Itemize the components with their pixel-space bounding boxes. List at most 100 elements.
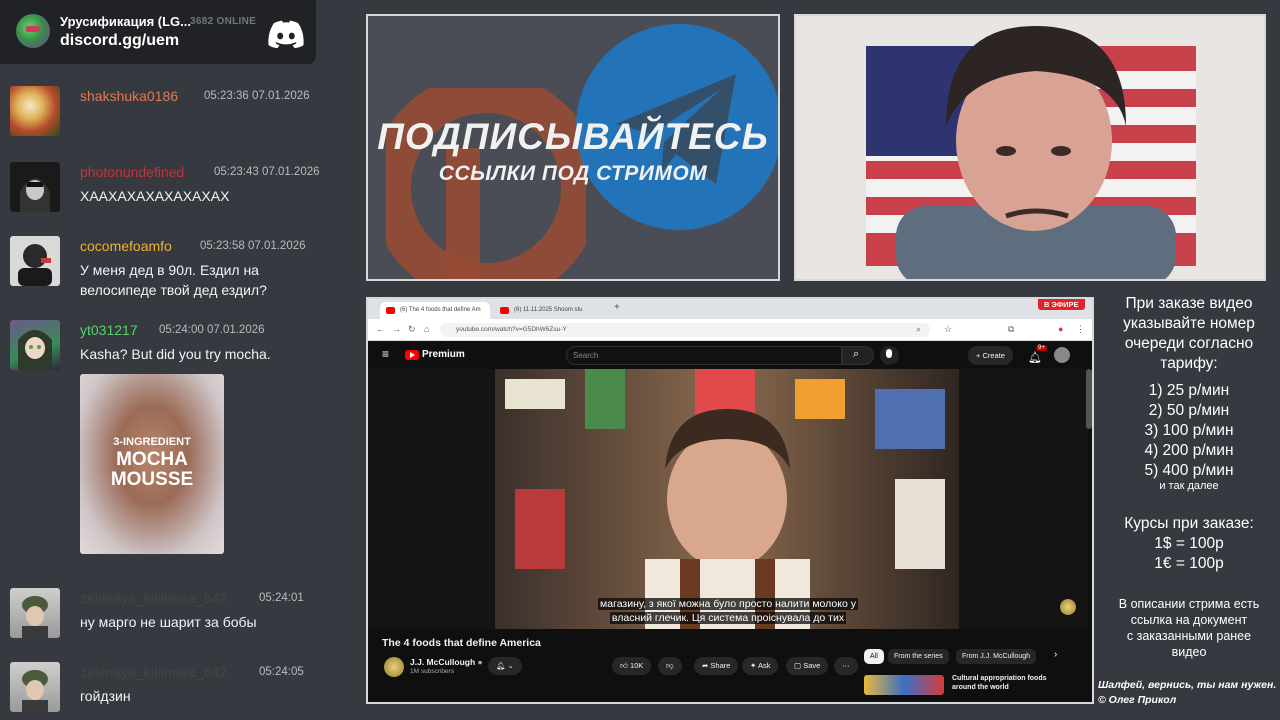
- channel-name[interactable]: J.J. McCullough ●: [410, 657, 483, 667]
- account-avatar[interactable]: [1054, 347, 1070, 363]
- tab-youtube-video[interactable]: (6) The 4 foods that define Am: [380, 302, 490, 319]
- username[interactable]: zelenaya_kikimora_642: [80, 664, 227, 680]
- invite-link[interactable]: discord.gg/uem: [60, 32, 179, 50]
- more-actions-button[interactable]: ⋯: [834, 657, 858, 675]
- back-icon[interactable]: ←: [376, 324, 385, 334]
- profile-icon[interactable]: ●: [1058, 324, 1063, 334]
- info-heading-line: тарифу:: [1160, 355, 1218, 372]
- extensions-icon[interactable]: ⧉: [1008, 324, 1014, 335]
- forward-icon[interactable]: →: [392, 324, 401, 334]
- avatar[interactable]: [10, 320, 60, 370]
- image-caption-top: 3-INGREDIENT: [113, 436, 191, 448]
- voice-search-button[interactable]: [880, 346, 899, 365]
- promo-banner: ПОДПИСЫВАЙТЕСЬ ССЫЛКИ ПОД СТРИМОМ: [366, 14, 780, 281]
- image-caption-line: MOUSSE: [110, 469, 194, 490]
- recommended-video-thumbnail[interactable]: [864, 675, 944, 695]
- timestamp: 05:23:58 07.01.2026: [200, 240, 306, 252]
- webcam-feed: [794, 14, 1266, 281]
- avatar[interactable]: [10, 86, 60, 136]
- avatar[interactable]: [10, 662, 60, 712]
- chip-all[interactable]: All: [864, 649, 884, 664]
- order-info-panel: При заказе видео указывайте номер очеред…: [1098, 294, 1280, 720]
- online-count: 3682 ONLINE: [190, 16, 257, 27]
- stream-note-line: ссылка на документ: [1130, 613, 1248, 627]
- video-subtitles: магазину, з якої можна було просто налит…: [518, 597, 938, 625]
- discord-chat-widget: Урусификация (LG... 3682 ONLINE discord.…: [0, 0, 362, 720]
- username[interactable]: zelenaya_kikimora_642: [80, 590, 227, 606]
- share-button[interactable]: ➦ Share: [694, 657, 739, 675]
- info-heading-line: очереди согласно: [1124, 335, 1254, 352]
- subtitle-line: магазину, з якої можна було просто налит…: [598, 598, 858, 610]
- avatar[interactable]: [10, 588, 60, 638]
- like-button[interactable]: 👍︎ 10K: [612, 657, 652, 675]
- tariff-item: 5) 400 р/мин: [1144, 462, 1234, 479]
- streamer-webcam-image: [796, 16, 1264, 279]
- chevron-right-icon[interactable]: ›: [1054, 649, 1057, 660]
- channel-avatar[interactable]: [384, 657, 404, 677]
- video-scene-image: [505, 369, 945, 629]
- soldier-avatar-icon: [22, 596, 48, 638]
- courses-title: Курсы при заказе:: [1124, 515, 1254, 532]
- tariff-item: 2) 50 р/мин: [1148, 402, 1230, 419]
- search-button[interactable]: ⌕: [842, 346, 874, 365]
- server-header[interactable]: Урусификация (LG... 3682 ONLINE discord.…: [0, 0, 316, 64]
- tab-label: (6) The 4 foods that define Am: [400, 307, 481, 313]
- home-icon[interactable]: ⌂: [424, 324, 429, 334]
- subscribe-bell-button[interactable]: 🔔︎ ⌄: [488, 657, 522, 675]
- avatar[interactable]: [10, 236, 60, 286]
- bell-icon: 🔔︎: [1028, 352, 1042, 364]
- tariff-etc: и так далее: [1159, 480, 1219, 492]
- verified-icon: ●: [477, 657, 483, 667]
- notifications-button[interactable]: 🔔︎ 9+: [1028, 345, 1047, 366]
- promo-subtitle: ССЫЛКИ ПОД СТРИМОМ: [438, 162, 708, 185]
- thumbs-up-icon: 👍︎: [620, 661, 628, 670]
- create-button[interactable]: + Create: [968, 346, 1013, 365]
- channel-name-label: J.J. McCullough: [410, 657, 476, 667]
- search-input[interactable]: Search: [566, 346, 842, 365]
- image-caption-line: MOCHA: [116, 449, 188, 470]
- browser-menu-icon[interactable]: ⋮: [1076, 324, 1085, 335]
- youtube-logo-icon[interactable]: [405, 350, 419, 360]
- message-text: ХААХАХАХАХАХАХАХ: [80, 188, 230, 204]
- tab-bar: (6) The 4 foods that define Am (6) 11.11…: [368, 299, 1092, 319]
- channel-watermark-icon[interactable]: [1060, 599, 1076, 615]
- reload-icon[interactable]: ↻: [408, 324, 416, 335]
- zoom-icon[interactable]: ⌕: [916, 324, 921, 335]
- dislike-button[interactable]: 👎︎: [658, 657, 682, 675]
- mocha-mousse-image[interactable]: 3-INGREDIENT MOCHA MOUSSE: [80, 374, 224, 554]
- create-label: Create: [982, 351, 1005, 360]
- message-text: Kasha? But did you try mocha.: [80, 346, 271, 362]
- tab-label: (6) 11.11.2025 Shoom stu: [514, 307, 583, 313]
- hooded-figure-icon: [20, 178, 50, 212]
- username[interactable]: photonundefined: [80, 164, 184, 180]
- message-text: У меня дед в 90л. Ездил на велосипеде тв…: [80, 262, 267, 298]
- share-label: Share: [710, 661, 731, 670]
- course-rate: 1$ = 100р: [1154, 535, 1224, 552]
- avatar[interactable]: [10, 162, 60, 212]
- soldier-avatar-icon: [22, 670, 48, 712]
- microphone-icon: [886, 349, 892, 358]
- subtitle-line: власний глечик. Ця система проіснувала д…: [609, 612, 847, 624]
- video-player[interactable]: магазину, з якої можна було просто налит…: [368, 369, 1088, 629]
- url-input[interactable]: youtube.com/watch?v=G5DhW6Zsu-Y: [440, 323, 930, 337]
- youtube-header: ≡ Premium Search ⌕ + Create 🔔︎ 9+: [368, 342, 1088, 368]
- scrollbar[interactable]: [1086, 369, 1092, 429]
- ask-button[interactable]: ✦ Ask: [742, 657, 779, 675]
- chip-from-series[interactable]: From the series: [888, 649, 949, 664]
- course-rate: 1€ = 100р: [1154, 555, 1224, 572]
- server-icon: [16, 14, 50, 48]
- tab-youtube-other[interactable]: (6) 11.11.2025 Shoom stu: [494, 302, 594, 319]
- info-heading-line: При заказе видео: [1125, 295, 1253, 312]
- username[interactable]: cocomefoamfo: [80, 238, 172, 254]
- hamburger-menu-icon[interactable]: ≡: [382, 347, 389, 361]
- timestamp: 05:23:36 07.01.2026: [204, 90, 310, 102]
- chip-from-channel[interactable]: From J.J. McCullough: [956, 649, 1037, 664]
- bookmark-star-icon[interactable]: ☆: [944, 324, 952, 335]
- username[interactable]: yt031217: [80, 322, 138, 338]
- message-text: гойдзин: [80, 688, 131, 704]
- username[interactable]: shakshuka0186: [80, 88, 178, 104]
- save-button[interactable]: ▢ Save: [786, 657, 829, 675]
- recommended-video-title[interactable]: Cultural appropriation foods around the …: [952, 674, 1062, 692]
- new-tab-button[interactable]: +: [614, 302, 620, 313]
- tariff-item: 1) 25 р/мин: [1148, 382, 1230, 399]
